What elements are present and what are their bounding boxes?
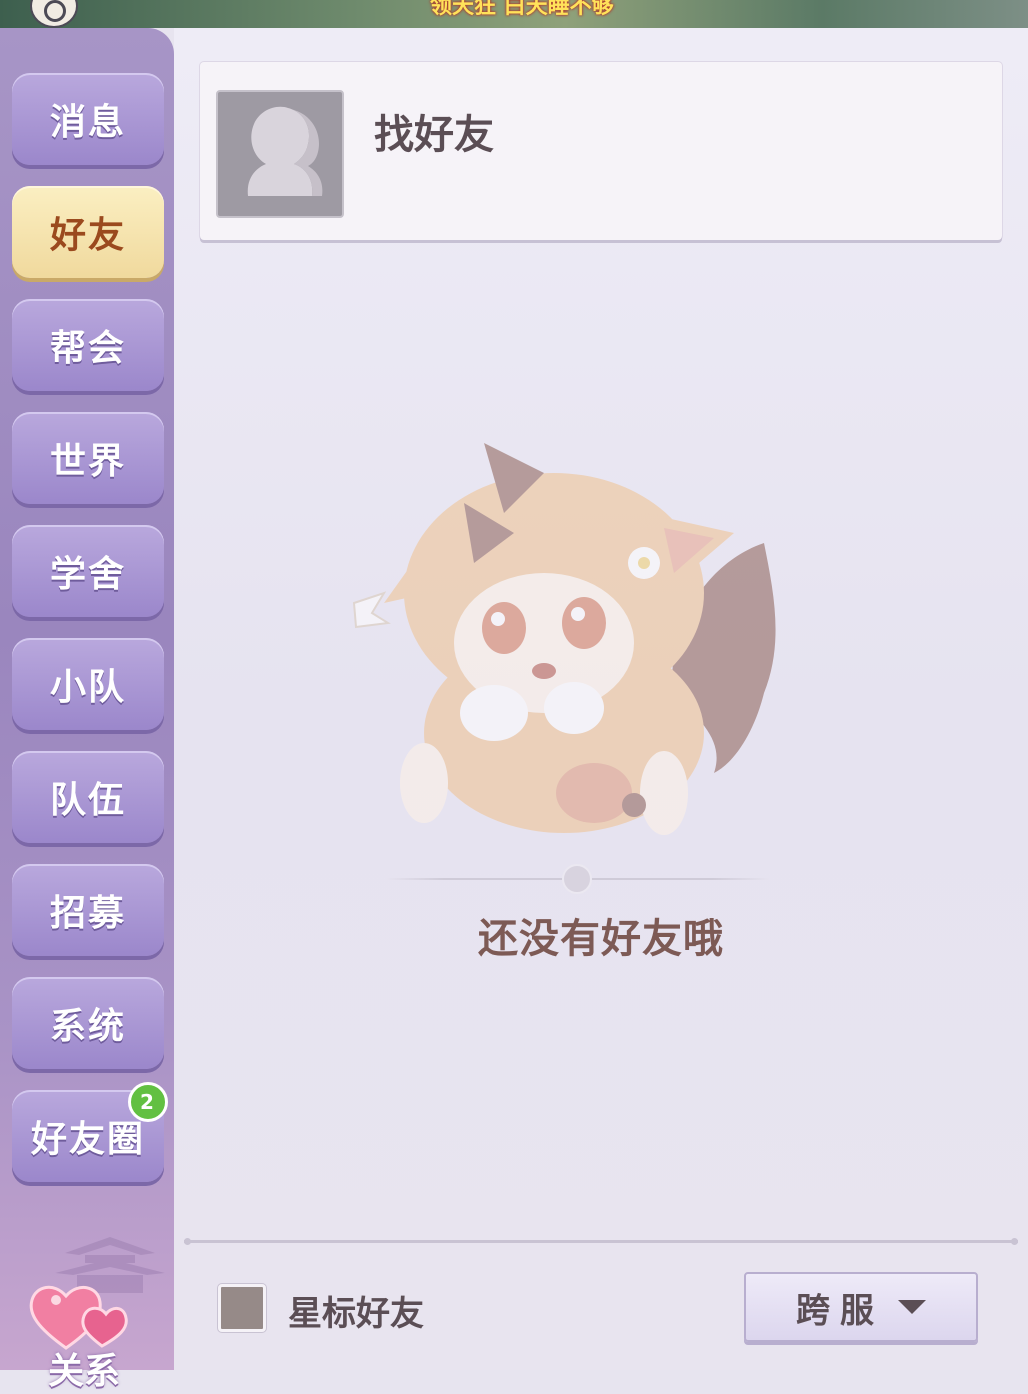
fox-mascot-illustration xyxy=(352,443,776,835)
sidebar-item-guild[interactable]: 帮会 xyxy=(12,299,164,391)
sidebar-item-moments[interactable]: 好友圈 2 xyxy=(12,1082,168,1182)
divider-moon-icon xyxy=(562,864,592,894)
find-friend-avatar xyxy=(216,90,344,218)
sidebar-item-label: 系统 xyxy=(49,1006,126,1047)
find-friend-card[interactable]: 找好友 xyxy=(200,62,1002,240)
sidebar-item-label: 好友 xyxy=(49,215,126,256)
sidebar-item-label: 学舍 xyxy=(49,554,126,595)
starred-friends-label: 星标好友 xyxy=(288,1294,424,1334)
player-avatar-icon[interactable] xyxy=(30,0,78,28)
find-friend-title: 找好友 xyxy=(374,112,494,158)
sidebar-item-recruit[interactable]: 招募 xyxy=(12,864,164,956)
silhouette-icon xyxy=(247,106,323,196)
notification-badge: 2 xyxy=(128,1082,168,1122)
sidebar-item-label: 小队 xyxy=(49,667,126,708)
top-scene-strip: 领天狂 白天睡不够 xyxy=(0,0,1028,28)
sidebar-item-label: 帮会 xyxy=(49,328,126,369)
sidebar-item-label: 好友圈 xyxy=(30,1119,145,1160)
sidebar: 消息 好友 帮会 世界 学舍 小队 队伍 招募 系统 好友圈 2 关系 xyxy=(0,28,174,1392)
friends-panel: 找好友 还没有好友哦 星标好友 跨服 xyxy=(174,28,1028,1370)
relation-label: 关系 xyxy=(47,1351,120,1392)
sidebar-item-squad[interactable]: 小队 xyxy=(12,638,164,730)
starred-friends-checkbox[interactable] xyxy=(218,1284,266,1332)
sidebar-item-messages[interactable]: 消息 xyxy=(12,73,164,165)
cross-server-label: 跨服 xyxy=(796,1290,884,1331)
sidebar-item-system[interactable]: 系统 xyxy=(12,977,164,1069)
bottom-divider xyxy=(184,1238,1018,1245)
sidebar-item-label: 招募 xyxy=(49,893,126,934)
sidebar-item-label: 队伍 xyxy=(49,780,126,821)
sidebar-item-team[interactable]: 队伍 xyxy=(12,751,164,843)
sidebar-item-school[interactable]: 学舍 xyxy=(12,525,164,617)
sidebar-item-label: 世界 xyxy=(49,441,126,482)
sidebar-item-friends[interactable]: 好友 xyxy=(12,186,164,278)
caret-down-icon xyxy=(898,1300,926,1314)
cross-server-dropdown[interactable]: 跨服 xyxy=(744,1272,978,1342)
empty-state-text: 还没有好友哦 xyxy=(478,916,724,962)
sidebar-item-label: 消息 xyxy=(49,102,126,143)
sidebar-item-world[interactable]: 世界 xyxy=(12,412,164,504)
top-ticker-text: 领天狂 白天睡不够 xyxy=(430,0,614,19)
